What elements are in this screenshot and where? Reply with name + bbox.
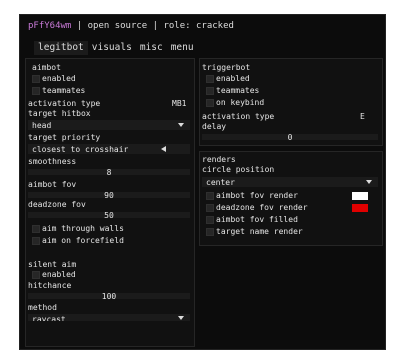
circle-position-dropdown[interactable]: center: [202, 177, 378, 187]
renders-section-title: renders: [202, 155, 236, 164]
renders-panel: renders circle position center aimbot fo…: [199, 151, 383, 246]
aimbot-fov-render-label: aimbot fov render: [216, 191, 298, 200]
aimbot-fov-value: 90: [104, 191, 114, 200]
silent-aim-enabled-label: enabled: [42, 270, 76, 279]
window-title: pFfY64wm | open source | role: cracked: [28, 21, 234, 31]
triggerbot-teammates-label: teammates: [216, 86, 260, 95]
deadzone-fov-value: 50: [104, 211, 114, 220]
title-name: pFfY64wm: [28, 21, 72, 31]
aim-through-walls-label: aim through walls: [42, 224, 124, 233]
aimbot-section-title: aimbot: [32, 63, 61, 72]
target-name-render-label: target name render: [216, 227, 303, 236]
method-dropdown[interactable]: raycast: [28, 314, 190, 321]
target-priority-dropdown[interactable]: closest to crosshair: [28, 144, 190, 154]
triggerbot-enabled-label: enabled: [216, 74, 250, 83]
triggerbot-enabled-checkbox[interactable]: [206, 75, 214, 83]
aimbot-activation-type-label: activation type: [28, 99, 101, 108]
deadzone-fov-render-checkbox[interactable]: [206, 204, 214, 212]
aimbot-teammates-checkbox[interactable]: [32, 87, 40, 95]
deadzone-fov-render-label: deadzone fov render: [216, 203, 308, 212]
aimbot-activation-type-keybind[interactable]: MB1: [172, 99, 186, 108]
chevron-down-icon: [178, 316, 184, 320]
chevron-down-icon: [366, 180, 372, 184]
aim-through-walls-checkbox[interactable]: [32, 225, 40, 233]
aimbot-enabled-checkbox[interactable]: [32, 75, 40, 83]
aimbot-fov-filled-label: aimbot fov filled: [216, 215, 298, 224]
aimbot-teammates-label: teammates: [42, 86, 86, 95]
silent-aim-section-title: silent aim: [28, 260, 77, 269]
tab-legitbot[interactable]: legitbot: [34, 41, 88, 55]
triggerbot-teammates-checkbox[interactable]: [206, 87, 214, 95]
target-name-render-checkbox[interactable]: [206, 228, 214, 236]
tab-misc[interactable]: misc: [136, 41, 167, 55]
chevron-down-icon: [178, 123, 184, 127]
delay-value: 0: [287, 133, 293, 142]
left-panel: aimbot enabled teammates activation type…: [25, 58, 195, 347]
target-priority-label: target priority: [28, 133, 101, 142]
smoothness-label: smoothness: [28, 157, 77, 166]
aimbot-fov-label: aimbot fov: [28, 180, 77, 189]
target-hitbox-dropdown[interactable]: head: [28, 120, 190, 130]
target-priority-value: closest to crosshair: [32, 145, 129, 154]
aim-on-forcefield-label: aim on forcefield: [42, 236, 124, 245]
chevron-left-icon: [161, 146, 166, 152]
method-value: raycast: [32, 315, 66, 321]
silent-aim-enabled-checkbox[interactable]: [32, 271, 40, 279]
circle-position-label: circle position: [202, 165, 275, 174]
tab-visuals[interactable]: visuals: [88, 41, 136, 55]
cheat-menu-window: pFfY64wm | open source | role: cracked l…: [19, 14, 386, 350]
hitchance-label: hitchance: [28, 281, 72, 290]
aimbot-fov-filled-checkbox[interactable]: [206, 216, 214, 224]
on-keybind-checkbox[interactable]: [206, 99, 214, 107]
aimbot-enabled-label: enabled: [42, 74, 76, 83]
triggerbot-section-title: triggerbot: [202, 63, 251, 72]
method-label: method: [28, 303, 57, 312]
tab-bar: legitbot visuals misc menu: [34, 41, 198, 55]
triggerbot-activation-type-label: activation type: [202, 112, 275, 121]
triggerbot-panel: triggerbot enabled teammates on keybind …: [199, 58, 383, 146]
tab-menu[interactable]: menu: [167, 41, 198, 55]
target-hitbox-value: head: [32, 121, 52, 130]
aimbot-fov-render-checkbox[interactable]: [206, 192, 214, 200]
delay-label: delay: [202, 122, 227, 131]
triggerbot-activation-type-keybind[interactable]: E: [360, 112, 365, 121]
target-hitbox-label: target hitbox: [28, 109, 91, 118]
hitchance-value: 100: [101, 292, 117, 301]
aim-on-forcefield-checkbox[interactable]: [32, 237, 40, 245]
deadzone-fov-label: deadzone fov: [28, 200, 86, 209]
on-keybind-label: on keybind: [216, 98, 265, 107]
smoothness-value: 8: [106, 168, 112, 177]
aimbot-fov-color-swatch[interactable]: [352, 192, 368, 200]
title-rest: | open source | role: cracked: [71, 21, 234, 31]
circle-position-value: center: [206, 178, 235, 187]
deadzone-fov-color-swatch[interactable]: [352, 204, 368, 212]
